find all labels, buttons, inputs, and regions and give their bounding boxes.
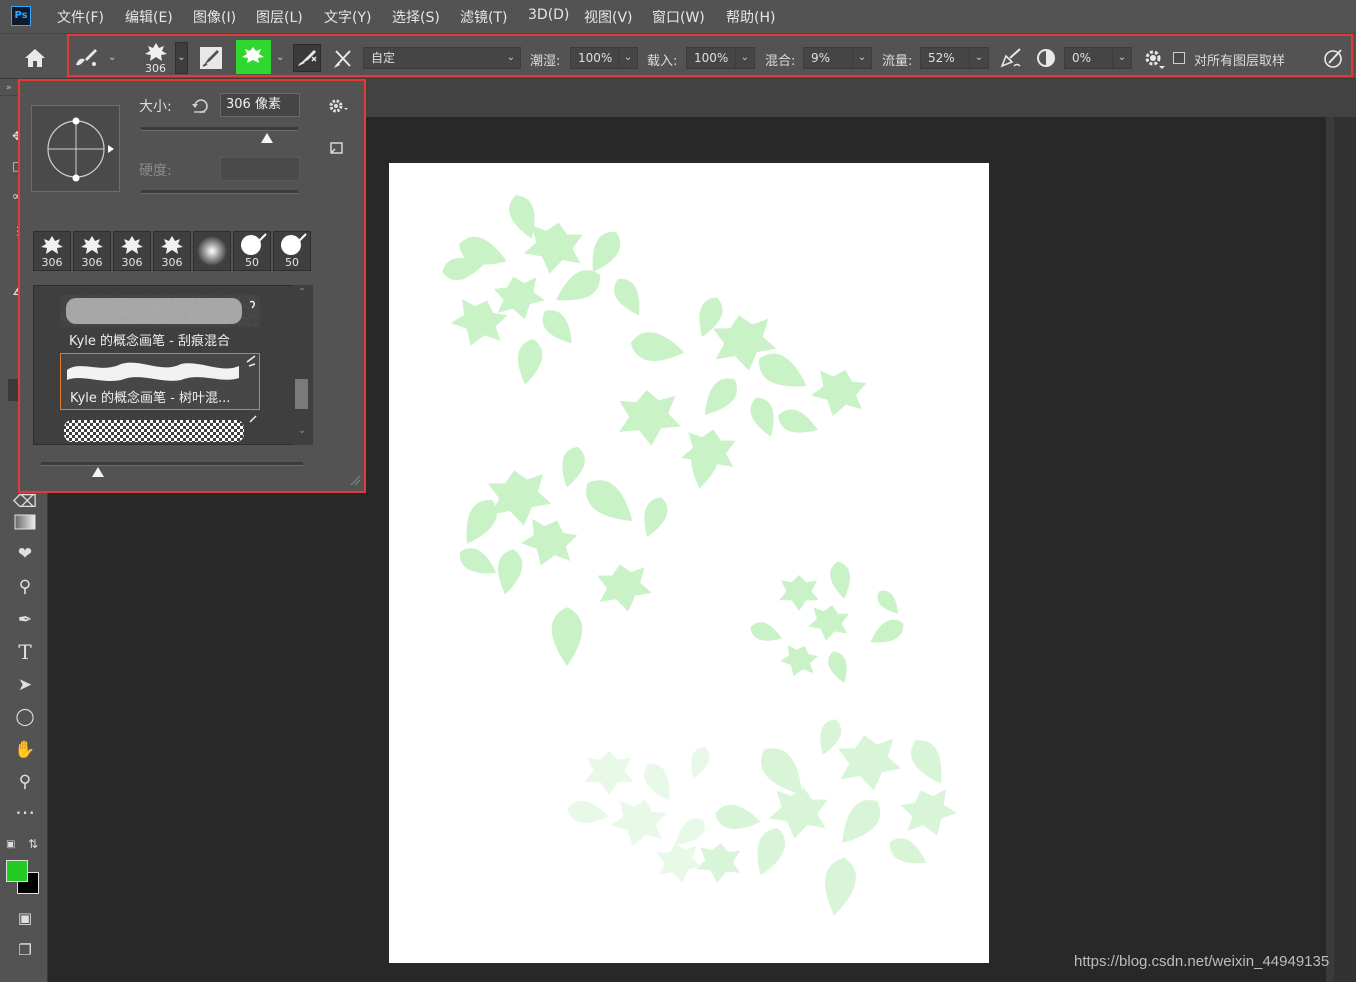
home-icon[interactable] <box>22 46 48 70</box>
size-slider-thumb[interactable] <box>261 133 273 143</box>
brush-list[interactable]: Kyle 的概念画笔 - 刮痕混合 Kyle 的概念画笔 - 树叶混... <box>33 285 313 445</box>
blur-tool-icon[interactable]: ❤ <box>12 541 38 567</box>
brush-item-leaf-blend-selected[interactable]: Kyle 的概念画笔 - 树叶混... <box>60 353 260 410</box>
menu-filter[interactable]: 滤镜(T) <box>460 7 507 27</box>
leaf-strokes-artwork <box>440 191 963 919</box>
size-slider-track[interactable] <box>141 127 298 131</box>
watermark-text: https://blog.csdn.net/weixin_44949135 <box>1074 953 1330 970</box>
preset-leaf-1[interactable]: 306 <box>33 231 71 271</box>
scroll-down-icon[interactable]: ⌄ <box>298 425 306 436</box>
preset-size: 306 <box>41 256 63 269</box>
hand-tool-icon[interactable]: ✋ <box>12 737 38 763</box>
menu-select[interactable]: 选择(S) <box>392 7 440 27</box>
preset-size: 306 <box>161 256 183 269</box>
preset-leaf-2[interactable]: 306 <box>73 231 111 271</box>
brush-name: Kyle 的概念画笔 - 刮痕混合 <box>69 334 230 349</box>
panel-gear-icon[interactable] <box>328 97 350 115</box>
leaf-brush-stroke-preview <box>67 355 256 381</box>
scroll-up-icon[interactable]: ⌃ <box>298 287 306 298</box>
checker-brush-stroke-preview <box>64 415 257 442</box>
menu-layer[interactable]: 图层(L) <box>256 7 303 27</box>
preset-size: 306 <box>121 256 143 269</box>
brush-list-scroll-thumb[interactable] <box>295 379 308 409</box>
brush-item-checker[interactable] <box>60 414 260 444</box>
menu-window[interactable]: 窗口(W) <box>652 7 705 27</box>
preview-size-slider-track[interactable] <box>41 462 303 466</box>
path-selection-tool-icon[interactable]: ➤ <box>12 672 38 698</box>
scratch-brush-stroke-preview <box>66 298 255 324</box>
menu-help[interactable]: 帮助(H) <box>726 7 775 27</box>
reset-size-icon[interactable] <box>191 97 209 115</box>
document-tab-bar <box>366 79 1356 117</box>
new-preset-icon[interactable] <box>329 140 345 156</box>
canvas-vertical-scrollbar[interactable] <box>1326 117 1356 982</box>
menu-edit[interactable]: 编辑(E) <box>125 7 173 27</box>
dodge-tool-icon[interactable]: ⚲ <box>12 574 38 600</box>
preset-leaf-3[interactable]: 306 <box>113 231 151 271</box>
preset-hard-round-2[interactable]: 50 <box>273 231 311 271</box>
resize-grip-icon[interactable] <box>349 474 361 486</box>
collapse-panel-icon[interactable]: » <box>6 83 12 93</box>
preset-leaf-4[interactable]: 306 <box>153 231 191 271</box>
preset-size: 50 <box>245 256 259 269</box>
soft-round-brush-icon <box>197 236 227 266</box>
gradient-tool-icon[interactable] <box>12 509 38 535</box>
preview-size-slider-thumb[interactable] <box>92 467 104 477</box>
pen-tool-icon[interactable]: ✒ <box>12 607 38 633</box>
menu-view[interactable]: 视图(V) <box>584 7 633 27</box>
brush-name: Kyle 的概念画笔 - 树叶混... <box>70 391 231 406</box>
menu-image[interactable]: 图像(I) <box>193 7 236 27</box>
menu-3d[interactable]: 3D(D) <box>528 7 569 23</box>
options-bar-highlight <box>67 34 1353 77</box>
preset-soft-round[interactable] <box>193 231 231 271</box>
photoshop-logo: Ps <box>11 6 31 26</box>
default-colors-icon[interactable]: ▣ <box>6 839 15 850</box>
size-label: 大小: <box>139 99 172 115</box>
brush-item-scratch-blend[interactable]: Kyle 的概念画笔 - 刮痕混合 <box>60 294 260 350</box>
zoom-tool-icon[interactable]: ⚲ <box>12 769 38 795</box>
preset-size: 50 <box>285 256 299 269</box>
swap-colors-icon[interactable]: ⇅ <box>28 837 38 851</box>
foreground-color-swatch[interactable] <box>6 860 28 882</box>
hardness-slider-track[interactable] <box>141 190 298 194</box>
screen-mode-icon[interactable]: ❐ <box>12 937 38 963</box>
menu-type[interactable]: 文字(Y) <box>324 7 371 27</box>
menu-bar: Ps 文件(F) 编辑(E) 图像(I) 图层(L) 文字(Y) 选择(S) 滤… <box>0 0 1356 33</box>
ellipse-tool-icon[interactable]: ◯ <box>12 704 38 730</box>
hardness-input[interactable] <box>220 157 300 181</box>
document-canvas[interactable] <box>389 163 989 963</box>
quick-mask-icon[interactable]: ▣ <box>12 905 38 931</box>
size-input[interactable]: 306 像素 <box>220 93 300 117</box>
preset-hard-round-1[interactable]: 50 <box>233 231 271 271</box>
menu-file[interactable]: 文件(F) <box>57 7 104 27</box>
more-tools-icon[interactable]: ⋯ <box>12 802 38 828</box>
hardness-label: 硬度: <box>139 163 172 179</box>
type-tool-icon[interactable]: T <box>12 639 38 665</box>
preset-size: 306 <box>81 256 103 269</box>
brush-angle-preview[interactable] <box>31 105 120 192</box>
brush-list-scrollbar[interactable]: ⌃ ⌄ <box>293 285 313 445</box>
